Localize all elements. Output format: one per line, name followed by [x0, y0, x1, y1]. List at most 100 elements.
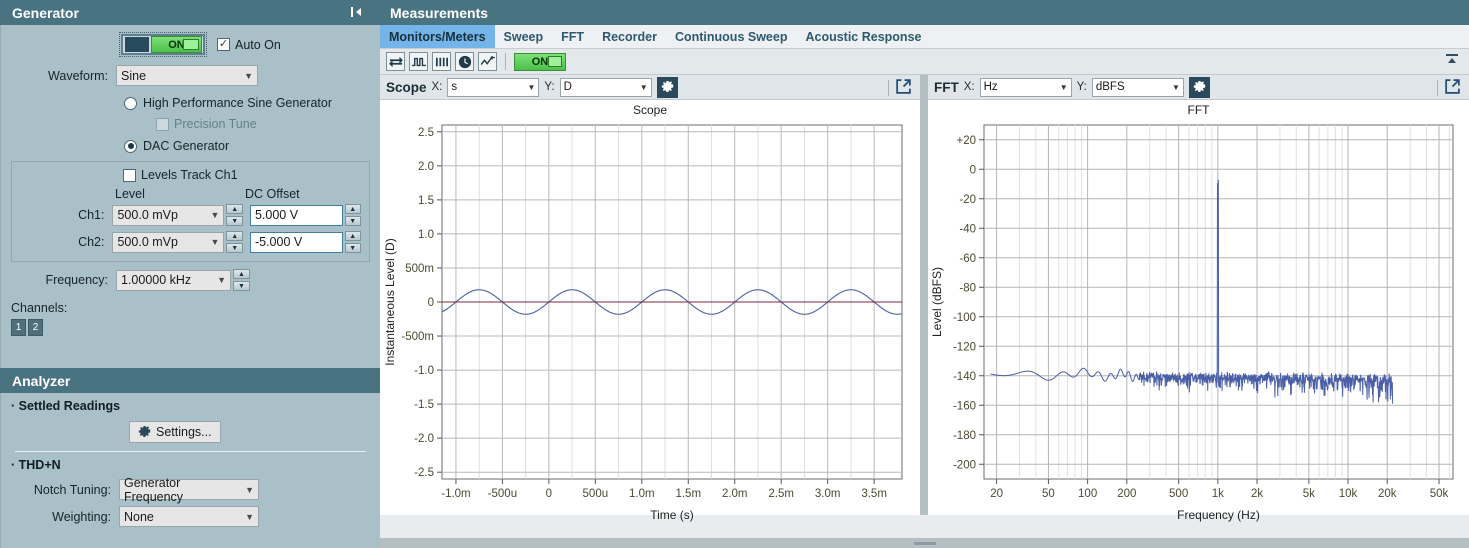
square-wave-icon[interactable] [409, 52, 428, 71]
precision-tune-label: Precision Tune [174, 117, 257, 131]
ch2-offset-value: -5.000 V [254, 235, 303, 249]
ch1-offset-input[interactable]: 5.000 V [249, 204, 343, 226]
svg-text:1.5m: 1.5m [675, 488, 701, 500]
collapse-left-icon[interactable] [348, 4, 366, 20]
channel-button-1[interactable]: 1 [11, 319, 26, 336]
ch1-level-select[interactable]: 500.0 mVp ▼ [112, 204, 225, 226]
popout-icon[interactable] [895, 78, 912, 98]
fft-y-unit-select[interactable]: dBFS ▼ [1091, 77, 1184, 97]
weighting-select[interactable]: None ▼ [119, 506, 259, 527]
spin-down-icon[interactable]: ▼ [233, 281, 250, 291]
spin-up-icon[interactable]: ▲ [226, 204, 243, 214]
scope-y-unit-value: D [563, 81, 572, 93]
spin-up-icon[interactable]: ▲ [226, 231, 243, 241]
svg-text:1.0m: 1.0m [629, 488, 655, 500]
fft-x-unit-select[interactable]: Hz ▼ [979, 77, 1072, 97]
collapse-up-icon[interactable] [1443, 52, 1461, 71]
ch1-row: Ch1: 500.0 mVp ▼ ▲ ▼ 5.000 V ▲ ▼ [20, 204, 362, 226]
ch1-offset-spinner[interactable]: ▲ ▼ [344, 204, 362, 226]
svg-text:500u: 500u [583, 488, 609, 500]
precision-tune-checkbox[interactable]: ✓ [156, 117, 169, 131]
spin-up-icon[interactable]: ▲ [344, 231, 362, 241]
chevron-down-icon: ▼ [639, 82, 648, 92]
settings-row: Settings... [11, 421, 370, 443]
svg-text:Frequency (Hz): Frequency (Hz) [1177, 508, 1260, 522]
level-column-header: Level [115, 187, 145, 201]
svg-text:3.0m: 3.0m [815, 488, 841, 500]
scope-x-unit-select[interactable]: s ▼ [447, 77, 540, 97]
svg-text:20: 20 [990, 488, 1003, 500]
channel-button-2[interactable]: 2 [28, 319, 43, 336]
analyzer-settings-button[interactable]: Settings... [129, 421, 221, 443]
graph-container: Scope X: s ▼ Y: D ▼ Scope 2.5 2.0 1.5 1.… [380, 75, 1469, 522]
auto-on-checkbox[interactable]: ✓ Auto On [217, 38, 281, 52]
spin-up-icon[interactable]: ▲ [344, 204, 362, 214]
notch-tuning-select[interactable]: Generator Frequency ▼ [119, 476, 259, 504]
svg-text:50k: 50k [1430, 488, 1449, 500]
frequency-select[interactable]: 1.00000 kHz ▼ [116, 269, 231, 291]
toggle-knob [548, 56, 562, 67]
chevron-down-icon: ▼ [217, 275, 226, 285]
scope-panel-header: Scope X: s ▼ Y: D ▼ [380, 75, 920, 100]
scope-x-unit-value: s [451, 81, 458, 93]
measurements-on-toggle[interactable]: ON [514, 52, 566, 71]
dac-generator-radio[interactable] [124, 139, 137, 153]
spin-up-icon[interactable]: ▲ [233, 269, 250, 279]
svg-text:2.0m: 2.0m [722, 488, 748, 500]
levels-track-row[interactable]: ✓ Levels Track Ch1 [20, 168, 361, 182]
scope-y-unit-select[interactable]: D ▼ [559, 77, 652, 97]
scope-settings-button[interactable] [656, 76, 678, 98]
spin-down-icon[interactable]: ▼ [344, 216, 362, 226]
precision-tune-row[interactable]: ✓ Precision Tune [11, 117, 370, 131]
waveform-select[interactable]: Sine ▼ [116, 65, 258, 86]
tab-label: Sweep [503, 29, 544, 44]
hp-sine-radio[interactable] [124, 96, 137, 110]
svg-text:5k: 5k [1303, 488, 1315, 500]
levels-track-checkbox[interactable]: ✓ [123, 168, 136, 182]
chevron-down-icon: ▼ [1171, 82, 1180, 92]
tab-recorder[interactable]: Recorder [593, 25, 666, 48]
ch2-offset-spinner[interactable]: ▲ ▼ [344, 231, 362, 253]
popout-divider [1437, 80, 1438, 96]
tab-acoustic-response[interactable]: Acoustic Response [796, 25, 930, 48]
generator-power-toggle[interactable]: ON [119, 32, 207, 57]
svg-text:1.0: 1.0 [418, 229, 434, 241]
scope-chart: 2.5 2.0 1.5 1.0 500m 0 -500m -1.0 -1.5 -2.0 -2.5 -1… [383, 124, 903, 522]
bar-graph-icon[interactable] [432, 52, 451, 71]
waveform-value: Sine [121, 68, 147, 83]
ch1-level-spinner[interactable]: ▲ ▼ [226, 204, 243, 226]
ch2-offset-input[interactable]: -5.000 V [249, 231, 343, 253]
analyzer-settings-label: Settings... [156, 425, 212, 439]
dac-generator-row[interactable]: DAC Generator [11, 139, 370, 153]
fft-panel-header: FFT X: Hz ▼ Y: dBFS ▼ [928, 75, 1469, 100]
svg-text:-80: -80 [959, 282, 976, 294]
tab-label: Recorder [602, 29, 657, 44]
tab-fft[interactable]: FFT [552, 25, 593, 48]
measurements-toolbar: ON [380, 49, 1469, 75]
svg-text:0: 0 [428, 297, 434, 309]
scope-panel: Scope X: s ▼ Y: D ▼ Scope 2.5 2.0 1.5 1.… [380, 75, 920, 522]
panel-splitter[interactable] [920, 75, 928, 515]
swap-arrows-icon[interactable] [386, 52, 405, 71]
hp-sine-row[interactable]: High Performance Sine Generator [11, 96, 370, 110]
clock-icon[interactable] [455, 52, 474, 71]
svg-text:-500m: -500m [401, 331, 434, 343]
tab-sweep[interactable]: Sweep [495, 25, 553, 48]
bottom-resize-bar[interactable] [380, 538, 1469, 548]
ch1-level-value: 500.0 mVp [117, 208, 178, 222]
spin-down-icon[interactable]: ▼ [226, 243, 243, 253]
tab-continuous-sweep[interactable]: Continuous Sweep [666, 25, 797, 48]
toggle-knob [183, 39, 199, 50]
frequency-spinner[interactable]: ▲ ▼ [233, 269, 250, 291]
svg-text:50: 50 [1042, 488, 1055, 500]
tab-monitors-meters[interactable]: Monitors/Meters [380, 25, 495, 48]
trend-up-icon[interactable] [478, 52, 497, 71]
fft-settings-button[interactable] [1188, 76, 1210, 98]
dc-offset-column-header: DC Offset [245, 187, 300, 201]
spin-down-icon[interactable]: ▼ [226, 216, 243, 226]
fft-chart: +20 0 -20 -40 -60 -80 -100 -120 -140 -160 -180 -200… [930, 124, 1454, 522]
ch2-level-select[interactable]: 500.0 mVp ▼ [112, 231, 225, 253]
ch2-level-spinner[interactable]: ▲ ▼ [226, 231, 243, 253]
popout-icon[interactable] [1444, 78, 1461, 98]
spin-down-icon[interactable]: ▼ [344, 243, 362, 253]
